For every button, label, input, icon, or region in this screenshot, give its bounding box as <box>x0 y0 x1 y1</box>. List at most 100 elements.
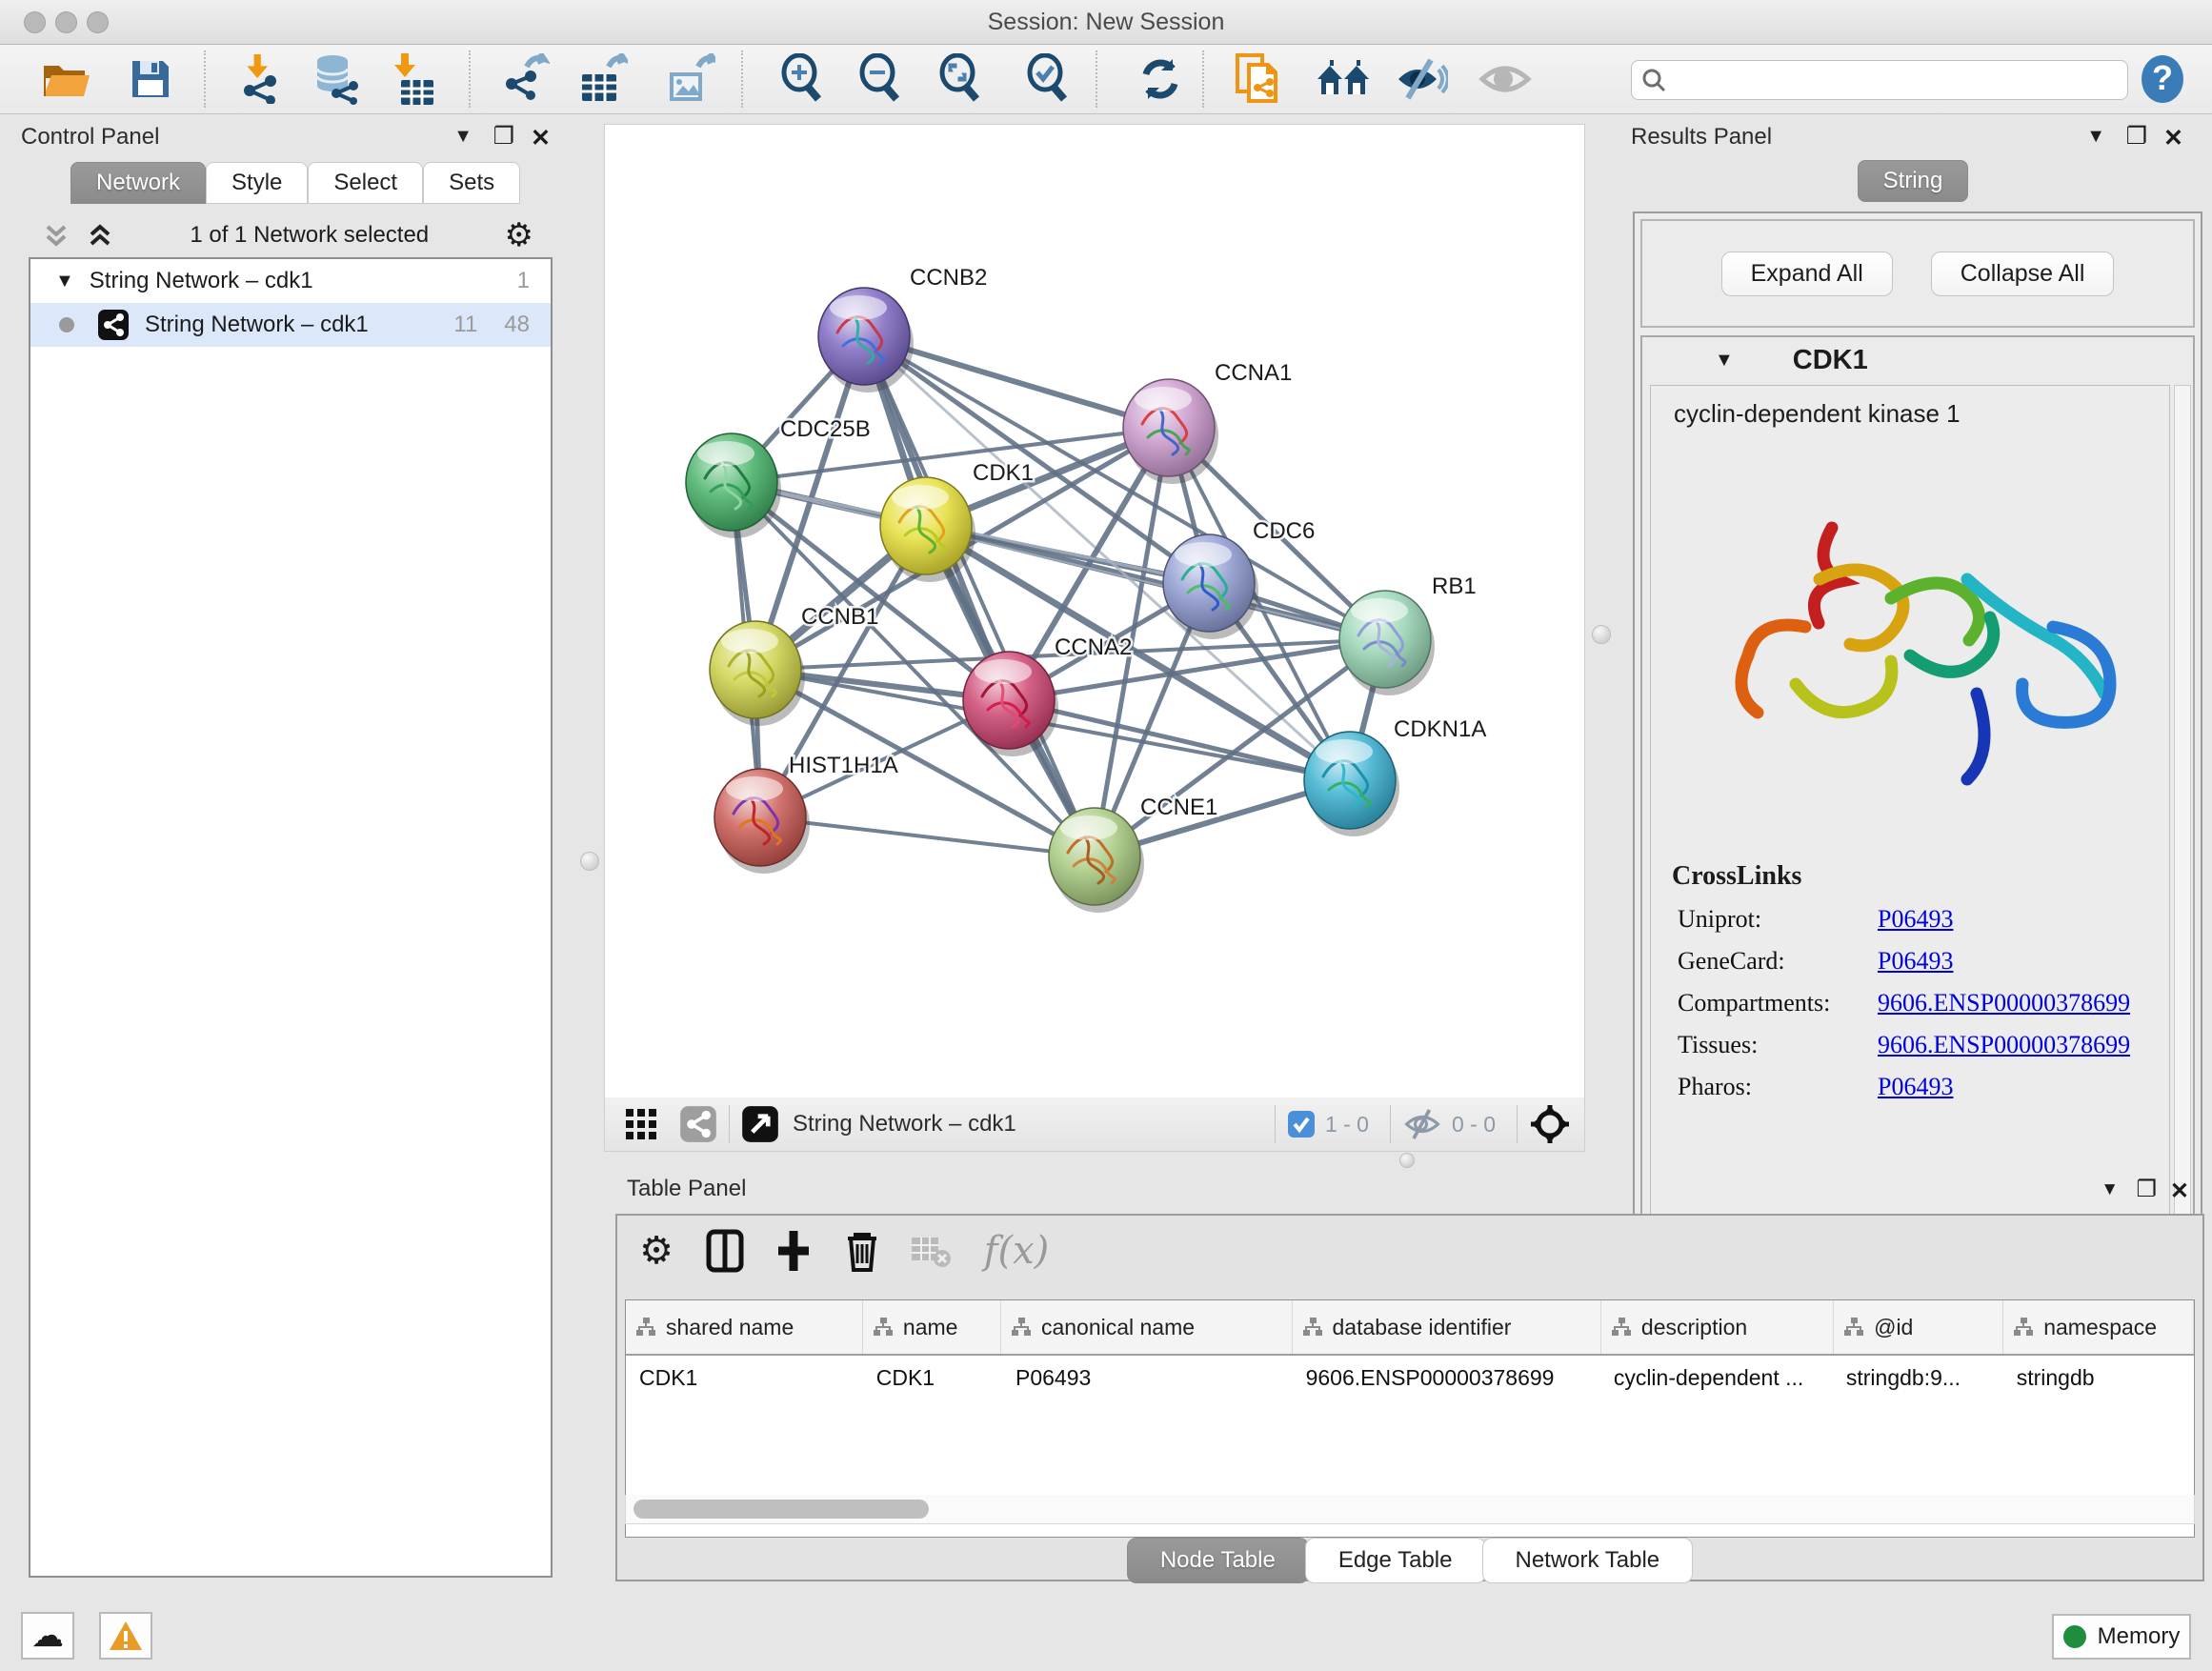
export-image-button[interactable] <box>661 52 718 106</box>
panel-menu-icon[interactable]: ▼ <box>453 126 473 148</box>
zoom-selected-button[interactable] <box>1019 52 1076 106</box>
collapse-all-button[interactable]: Collapse All <box>1931 252 2115 296</box>
panel-close-icon[interactable]: ✕ <box>2163 124 2183 152</box>
memory-button[interactable]: Memory <box>2052 1614 2191 1660</box>
zoom-out-button[interactable] <box>852 52 909 106</box>
tab-edge-table[interactable]: Edge Table <box>1305 1538 1486 1583</box>
toolbar-separator <box>1096 50 1097 108</box>
column-header-database-identifier[interactable]: database identifier <box>1293 1300 1601 1354</box>
network-node-CCNA1[interactable]: CCNA1 <box>1123 360 1292 484</box>
table-hscrollbar[interactable] <box>625 1495 2195 1524</box>
column-header-shared-name[interactable]: shared name <box>626 1300 863 1354</box>
panel-float-icon[interactable]: ❐ <box>2126 122 2147 151</box>
tab-network[interactable]: Network <box>70 162 206 204</box>
export-network-button[interactable] <box>495 52 553 106</box>
network-node-CDC6[interactable]: CDC6 <box>1163 518 1315 639</box>
collection-count: 1 <box>517 268 530 294</box>
function-builder-icon[interactable]: f(x) <box>974 1225 1059 1277</box>
bottom-splitter-handle[interactable] <box>1399 1153 1415 1168</box>
hidden-eye-icon[interactable] <box>1402 1108 1442 1140</box>
delete-table-icon[interactable] <box>905 1225 956 1277</box>
protein-structure-image <box>1653 436 2167 846</box>
string-network-graph[interactable]: CCNB2CCNA1CDC25BCDK1CDC6RB1CCNB1CCNA2CDK… <box>605 125 1584 1098</box>
network-tree-item-row[interactable]: String Network – cdk1 11 48 <box>30 303 551 347</box>
grid-view-icon[interactable] <box>624 1105 662 1143</box>
panel-close-icon[interactable]: ✕ <box>2170 1178 2189 1205</box>
save-session-button[interactable] <box>122 52 179 106</box>
import-table-icon <box>390 53 437 105</box>
tab-sets[interactable]: Sets <box>423 162 520 204</box>
network-tree-root-row[interactable]: ▼ String Network – cdk1 1 <box>30 259 551 303</box>
database-network-icon <box>310 53 361 105</box>
gear-icon[interactable]: ⚙ <box>505 216 533 254</box>
help-button[interactable]: ? <box>2134 52 2191 106</box>
tab-node-table[interactable]: Node Table <box>1127 1538 1309 1583</box>
share-view-icon[interactable] <box>679 1105 717 1143</box>
crosshair-icon[interactable] <box>1529 1103 1571 1145</box>
column-type-icon <box>1011 1317 1032 1338</box>
toolbar-separator <box>729 1105 730 1143</box>
section-collapse-icon[interactable]: ▼ <box>1715 350 1734 372</box>
column-header-namespace[interactable]: namespace <box>2003 1300 2194 1354</box>
cloud-status-button[interactable]: ☁ <box>21 1612 74 1660</box>
crosslink-link[interactable]: P06493 <box>1878 905 1953 934</box>
crosslink-link[interactable]: 9606.ENSP00000378699 <box>1878 1031 2130 1059</box>
network-node-RB1[interactable]: RB1 <box>1339 574 1477 695</box>
column-header-name[interactable]: name <box>863 1300 1001 1354</box>
node-label-CCNE1: CCNE1 <box>1140 795 1217 820</box>
panel-float-icon[interactable]: ❐ <box>2136 1176 2157 1203</box>
hide-selected-button[interactable] <box>1393 52 1450 106</box>
tab-string[interactable]: String <box>1858 160 1969 202</box>
expand-all-button[interactable]: Expand All <box>1721 252 1893 296</box>
crosslink-link[interactable]: P06493 <box>1878 947 1953 976</box>
import-table-button[interactable] <box>385 52 442 106</box>
left-splitter-handle[interactable] <box>580 852 599 871</box>
clone-network-button[interactable] <box>1229 52 1286 106</box>
network-node-CCNB2[interactable]: CCNB2 <box>818 265 987 393</box>
expand-all-icon[interactable] <box>86 221 114 250</box>
network-node-CCNE1[interactable]: CCNE1 <box>1049 795 1217 913</box>
panel-close-icon[interactable]: ✕ <box>531 124 551 152</box>
table-cell: cyclin-dependent ... <box>1600 1356 1833 1391</box>
column-header-canonical-name[interactable]: canonical name <box>1001 1300 1293 1354</box>
open-folder-icon <box>42 58 91 100</box>
import-network-file-button[interactable] <box>231 52 288 106</box>
column-header-description[interactable]: description <box>1601 1300 1834 1354</box>
import-network-database-button[interactable] <box>307 52 364 106</box>
toolbar-separator <box>204 50 206 108</box>
table-row[interactable]: CDK1CDK1P064939606.ENSP00000378699cyclin… <box>626 1356 2194 1391</box>
selected-checkbox-icon[interactable] <box>1287 1110 1316 1138</box>
table-options-gear-icon[interactable]: ⚙ <box>631 1225 682 1277</box>
results-scrollbar[interactable] <box>2174 385 2191 1233</box>
open-session-button[interactable] <box>38 52 95 106</box>
first-neighbors-button[interactable] <box>1315 52 1372 106</box>
tab-style[interactable]: Style <box>206 162 308 204</box>
delete-column-icon[interactable] <box>836 1225 888 1277</box>
column-header--id[interactable]: @id <box>1834 1300 2003 1354</box>
network-node-CDKN1A[interactable]: CDKN1A <box>1304 716 1486 836</box>
tab-network-table[interactable]: Network Table <box>1482 1538 1694 1583</box>
add-column-icon[interactable] <box>768 1225 819 1277</box>
birdseye-toggle-icon[interactable] <box>741 1105 779 1143</box>
window-title: Session: New Session <box>0 9 2212 36</box>
network-node-HIST1H1A[interactable]: HIST1H1A <box>714 753 898 874</box>
network-item-label: String Network – cdk1 <box>145 312 369 338</box>
crosslink-link[interactable]: 9606.ENSP00000378699 <box>1878 989 2130 1017</box>
panel-float-icon[interactable]: ❐ <box>493 122 514 151</box>
zoom-fit-button[interactable] <box>932 52 989 106</box>
export-table-button[interactable] <box>573 52 631 106</box>
show-columns-icon[interactable] <box>699 1225 751 1277</box>
crosslink-link[interactable]: P06493 <box>1878 1073 1953 1101</box>
panel-menu-icon[interactable]: ▼ <box>2101 1179 2119 1200</box>
network-view-canvas[interactable]: CCNB2CCNA1CDC25BCDK1CDC6RB1CCNB1CCNA2CDK… <box>604 124 1585 1099</box>
collapse-all-icon[interactable] <box>42 221 70 250</box>
zoom-in-button[interactable] <box>774 52 831 106</box>
tree-collapse-icon[interactable]: ▼ <box>55 271 74 292</box>
tab-select[interactable]: Select <box>308 162 423 204</box>
right-splitter-handle[interactable] <box>1592 625 1611 644</box>
search-input[interactable] <box>1666 67 2118 93</box>
panel-menu-icon[interactable]: ▼ <box>2086 126 2105 148</box>
refresh-button[interactable] <box>1132 52 1189 106</box>
warnings-button[interactable] <box>99 1612 152 1660</box>
show-all-button[interactable] <box>1477 52 1534 106</box>
